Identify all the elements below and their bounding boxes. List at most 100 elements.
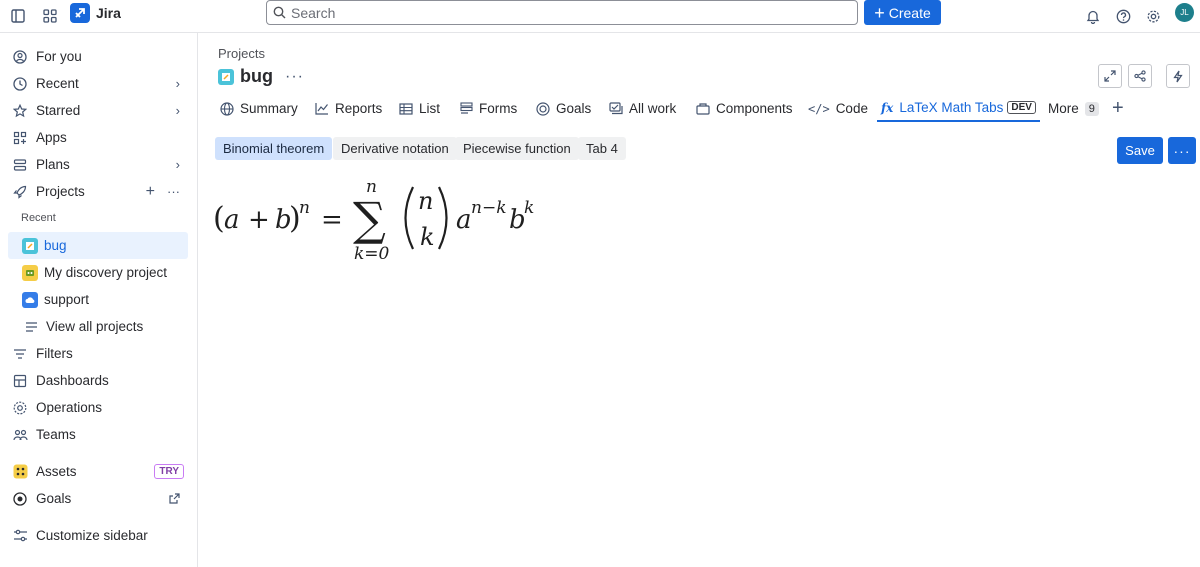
formula-b-exponent: k [524, 198, 534, 218]
chevron-right-icon[interactable]: › [176, 76, 180, 91]
globe-icon [220, 101, 234, 116]
tab-reports[interactable]: Reports [315, 95, 382, 122]
save-button[interactable]: Save [1117, 137, 1163, 164]
sidebar-item-label: Goals [36, 491, 72, 506]
sidebar-item-apps[interactable]: Apps [8, 124, 188, 151]
project-label: My discovery project [44, 265, 168, 280]
sidebar-item-label: Recent [36, 76, 79, 91]
breadcrumb[interactable]: Projects [218, 46, 265, 61]
tab-list[interactable]: List [399, 95, 440, 122]
external-link-icon[interactable] [169, 493, 180, 504]
discovery-project-icon [22, 264, 38, 281]
target-icon [536, 101, 550, 116]
sidebar-item-projects[interactable]: Projects + ··· [8, 178, 188, 205]
latex-tab-binomial[interactable]: Binomial theorem [215, 137, 333, 160]
settings-gear-icon[interactable] [1141, 4, 1165, 28]
tab-latex-math-tabs[interactable]: fx LaTeX Math Tabs DEV [877, 95, 1040, 122]
sidebar-item-operations[interactable]: Operations [8, 394, 188, 421]
sidebar-item-label: Starred [36, 103, 81, 118]
latex-tab-derivative[interactable]: Derivative notation [333, 137, 457, 160]
chart-line-icon [315, 102, 329, 115]
sidebar-project-bug[interactable]: bug [8, 232, 188, 259]
goals-target-icon [11, 490, 29, 508]
create-button[interactable]: + Create [864, 0, 941, 25]
latex-tab-4[interactable]: Tab 4 [578, 137, 626, 160]
tab-label: All work [629, 101, 677, 116]
sidebar-project-support[interactable]: support [8, 286, 188, 313]
formula-sum-symbol: ∑ [353, 192, 386, 246]
tab-label: Goals [556, 101, 592, 116]
tab-code[interactable]: </> Code [808, 95, 868, 122]
assets-icon [11, 463, 29, 481]
latex-tab-piecewise[interactable]: Piecewise function [455, 137, 579, 160]
formula-binom-top: n [418, 187, 433, 215]
sidebar-item-label: Plans [36, 157, 70, 172]
sidebar-project-my-discovery[interactable]: My discovery project [8, 259, 188, 286]
formula-lhs-plus: + [248, 205, 270, 235]
customize-sliders-icon [11, 527, 29, 545]
sidebar: For you Recent › Starred › Apps Plans › … [0, 33, 198, 567]
tab-label: List [419, 101, 441, 116]
tab-all-work[interactable]: All work [609, 95, 676, 122]
tab-forms[interactable]: Forms [460, 95, 517, 122]
sidebar-item-label: Assets [36, 464, 77, 479]
add-project-plus-icon[interactable]: + [146, 183, 155, 201]
tab-label: Code [835, 101, 868, 116]
sidebar-view-all-projects[interactable]: View all projects [8, 313, 188, 340]
help-icon[interactable] [1111, 4, 1135, 28]
sidebar-item-label: Dashboards [36, 373, 109, 388]
notifications-bell-icon[interactable] [1081, 4, 1105, 28]
page-title: bug ··· [218, 66, 304, 87]
list-lines-icon [22, 318, 40, 336]
formula-a: a [456, 205, 472, 235]
more-actions-icon[interactable]: ··· [285, 68, 304, 86]
sidebar-item-dashboards[interactable]: Dashboards [8, 367, 188, 394]
search-box[interactable] [266, 0, 858, 25]
tab-more[interactable]: More 9 [1048, 95, 1099, 122]
formula-lhs-a: a [224, 205, 240, 235]
tab-goals[interactable]: Goals [536, 95, 591, 122]
sidebar-item-assets[interactable]: Assets TRY [8, 458, 188, 485]
automation-lightning-icon[interactable] [1166, 64, 1190, 88]
tab-summary[interactable]: Summary [220, 95, 298, 122]
formula-a-exponent: n−k [471, 198, 507, 218]
chevron-right-icon[interactable]: › [176, 157, 180, 172]
sidebar-item-teams[interactable]: Teams [8, 421, 188, 448]
more-actions-icon[interactable]: ··· [167, 184, 180, 199]
chevron-right-icon[interactable]: › [176, 103, 180, 118]
sidebar-item-for-you[interactable]: For you [8, 43, 188, 70]
code-icon: </> [808, 101, 830, 116]
app-switcher-icon[interactable] [38, 4, 62, 28]
dev-badge: DEV [1007, 101, 1036, 114]
binom-left-paren [404, 186, 414, 250]
binom-right-paren [438, 186, 448, 250]
sidebar-item-label: Filters [36, 346, 73, 361]
operations-icon [11, 399, 29, 417]
sidebar-item-starred[interactable]: Starred › [8, 97, 188, 124]
project-label: bug [44, 238, 67, 253]
binomial-formula: ( a + b ) n = n ∑ k=0 n k a n−k b k [213, 177, 534, 264]
jira-logo[interactable]: Jira [70, 3, 121, 23]
tab-label: Forms [479, 101, 518, 116]
sidebar-item-filters[interactable]: Filters [8, 340, 188, 367]
sidebar-item-recent[interactable]: Recent › [8, 70, 188, 97]
filter-icon [11, 345, 29, 363]
dashboard-icon [11, 372, 29, 390]
tab-components[interactable]: Components [696, 95, 793, 122]
more-options-button[interactable]: ··· [1168, 137, 1196, 164]
teams-icon [11, 426, 29, 444]
search-input[interactable] [291, 4, 831, 21]
sidebar-toggle-icon[interactable] [6, 4, 30, 28]
sidebar-item-plans[interactable]: Plans › [8, 151, 188, 178]
add-tab-plus-icon[interactable]: + [1112, 95, 1124, 122]
recent-projects-heading: Recent [21, 212, 56, 224]
project-label: support [44, 292, 90, 307]
formula-sum-lower: k=0 [354, 244, 390, 264]
fullscreen-expand-icon[interactable] [1098, 64, 1122, 88]
share-icon[interactable] [1128, 64, 1152, 88]
sidebar-item-goals[interactable]: Goals [8, 485, 188, 512]
notepad-project-icon [218, 68, 234, 85]
sidebar-item-label: For you [36, 49, 82, 64]
avatar[interactable]: JL [1175, 3, 1194, 22]
sidebar-customize[interactable]: Customize sidebar [8, 522, 188, 549]
